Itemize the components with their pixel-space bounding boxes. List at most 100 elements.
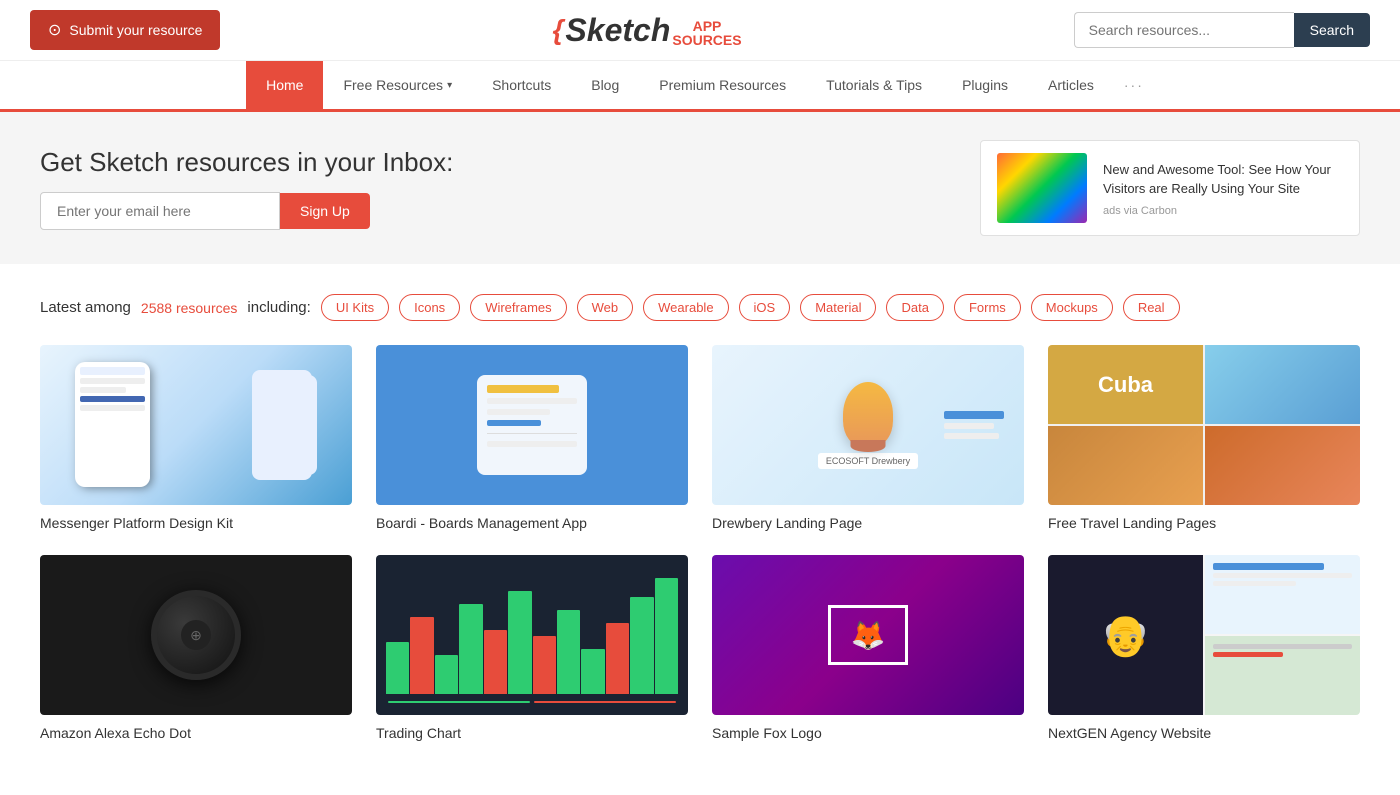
ad-via: ads via Carbon <box>1103 205 1343 217</box>
nav-item-plugins[interactable]: Plugins <box>942 61 1028 112</box>
nav-item-free-resources[interactable]: Free Resources ▾ <box>323 61 472 112</box>
filter-tag-web[interactable]: Web <box>577 294 634 321</box>
nav-more-dots[interactable]: ··· <box>1114 61 1154 109</box>
card-image-messenger <box>40 345 352 505</box>
filter-tag-data[interactable]: Data <box>886 294 943 321</box>
logo-app-text: APP <box>672 19 741 33</box>
bar-8 <box>557 610 580 694</box>
bar-10 <box>606 623 629 694</box>
bar-9 <box>581 649 604 694</box>
filter-tag-uikits[interactable]: UI Kits <box>321 294 389 321</box>
card-alexa[interactable]: ⊕ Amazon Alexa Echo Dot <box>40 555 352 741</box>
resources-count: 2588 resources <box>141 300 238 316</box>
bar-12 <box>655 578 678 694</box>
site-header: ⊙ Submit your resource { Sketch APP SOUR… <box>0 0 1400 61</box>
submit-label: Submit your resource <box>69 22 202 38</box>
card-title-alexa: Amazon Alexa Echo Dot <box>40 725 352 741</box>
filter-tag-material[interactable]: Material <box>800 294 876 321</box>
card-nextgen[interactable]: 👴 NextGEN Agency Website <box>1048 555 1360 741</box>
bar-4 <box>459 604 482 694</box>
card-image-drewbery: ECOSOFT Drewbery <box>712 345 1024 505</box>
dropdown-arrow-icon: ▾ <box>447 80 452 91</box>
nav-item-blog[interactable]: Blog <box>571 61 639 112</box>
card-title-cuba: Free Travel Landing Pages <box>1048 515 1360 531</box>
nextgen-right <box>1205 555 1360 715</box>
bar-1 <box>386 642 409 694</box>
search-input[interactable] <box>1074 12 1294 48</box>
bar-6 <box>508 591 531 694</box>
logo-sources-text: SOURCES <box>672 33 741 47</box>
card-animal[interactable]: 🦊 Sample Fox Logo <box>712 555 1024 741</box>
cards-grid-row1: Messenger Platform Design Kit Boardi - B… <box>40 345 1360 531</box>
cuba-tile-2 <box>1205 345 1360 424</box>
banner-title: Get Sketch resources in your Inbox: <box>40 147 453 178</box>
logo-sketch-text: Sketch <box>565 12 670 49</box>
resources-section: Latest among 2588 resources including: U… <box>0 264 1400 795</box>
alexa-center: ⊕ <box>181 620 211 650</box>
nav-item-articles[interactable]: Articles <box>1028 61 1114 112</box>
filter-tag-mockups[interactable]: Mockups <box>1031 294 1113 321</box>
card-title-nextgen: NextGEN Agency Website <box>1048 725 1360 741</box>
card-cuba[interactable]: Cuba Free Travel Landing Pages <box>1048 345 1360 531</box>
email-input[interactable] <box>40 192 280 230</box>
card-drewbery[interactable]: ECOSOFT Drewbery Drewbery Landing Page <box>712 345 1024 531</box>
filter-tag-wireframes[interactable]: Wireframes <box>470 294 566 321</box>
card-image-boardi <box>376 345 688 505</box>
card-image-nextgen: 👴 <box>1048 555 1360 715</box>
search-button[interactable]: Search <box>1294 13 1370 47</box>
nav-item-home[interactable]: Home <box>246 61 323 112</box>
filter-tag-wearable[interactable]: Wearable <box>643 294 728 321</box>
ad-content: New and Awesome Tool: See How Your Visit… <box>1103 160 1343 217</box>
filter-tag-icons[interactable]: Icons <box>399 294 460 321</box>
filter-row: Latest among 2588 resources including: U… <box>40 294 1360 321</box>
card-title-messenger: Messenger Platform Design Kit <box>40 515 352 531</box>
filter-tag-forms[interactable]: Forms <box>954 294 1021 321</box>
nextgen-bottom <box>1205 636 1360 715</box>
main-nav: Home Free Resources ▾ Shortcuts Blog Pre… <box>0 61 1400 112</box>
newsletter-banner: Get Sketch resources in your Inbox: Sign… <box>0 112 1400 264</box>
filter-tag-real[interactable]: Real <box>1123 294 1180 321</box>
card-title-animal: Sample Fox Logo <box>712 725 1024 741</box>
signup-button[interactable]: Sign Up <box>280 193 370 229</box>
filter-intro: Latest among <box>40 299 131 316</box>
banner-form: Sign Up <box>40 192 453 230</box>
signup-label: Sign Up <box>300 203 350 219</box>
card-image-cuba: Cuba <box>1048 345 1360 505</box>
nextgen-top <box>1205 555 1360 634</box>
bar-5 <box>484 630 507 695</box>
card-title-trading: Trading Chart <box>376 725 688 741</box>
nextgen-left: 👴 <box>1048 555 1203 715</box>
animal-box: 🦊 <box>828 605 908 665</box>
bar-3 <box>435 655 458 694</box>
card-messenger[interactable]: Messenger Platform Design Kit <box>40 345 352 531</box>
submit-resource-button[interactable]: ⊙ Submit your resource <box>30 10 220 50</box>
target-icon: ⊙ <box>48 20 61 40</box>
card-trading[interactable]: Trading Chart <box>376 555 688 741</box>
card-image-animal: 🦊 <box>712 555 1024 715</box>
banner-left: Get Sketch resources in your Inbox: Sign… <box>40 147 453 230</box>
search-area: Search <box>1074 12 1370 48</box>
cuba-tile-3 <box>1048 426 1203 505</box>
person-icon: 👴 <box>1101 612 1151 659</box>
card-image-trading <box>376 555 688 715</box>
cuba-tile-1: Cuba <box>1048 345 1203 424</box>
nav-item-premium-resources[interactable]: Premium Resources <box>639 61 806 112</box>
card-title-drewbery: Drewbery Landing Page <box>712 515 1024 531</box>
card-title-boardi: Boardi - Boards Management App <box>376 515 688 531</box>
nav-item-tutorials[interactable]: Tutorials & Tips <box>806 61 942 112</box>
bar-7 <box>533 636 556 694</box>
banner-ad[interactable]: New and Awesome Tool: See How Your Visit… <box>980 140 1360 236</box>
cards-grid-row2: ⊕ Amazon Alexa Echo Dot <box>40 555 1360 741</box>
ad-image <box>997 153 1087 223</box>
microphone-icon: ⊕ <box>190 627 202 644</box>
nav-item-shortcuts[interactable]: Shortcuts <box>472 61 571 112</box>
card-boardi[interactable]: Boardi - Boards Management App <box>376 345 688 531</box>
bar-11 <box>630 597 653 694</box>
logo: { Sketch APP SOURCES <box>553 12 742 49</box>
ad-text: New and Awesome Tool: See How Your Visit… <box>1103 160 1343 199</box>
search-button-label: Search <box>1310 22 1354 38</box>
card-image-alexa: ⊕ <box>40 555 352 715</box>
filter-tag-ios[interactable]: iOS <box>739 294 791 321</box>
bar-2 <box>410 617 433 694</box>
logo-brace-left: { <box>553 14 564 46</box>
